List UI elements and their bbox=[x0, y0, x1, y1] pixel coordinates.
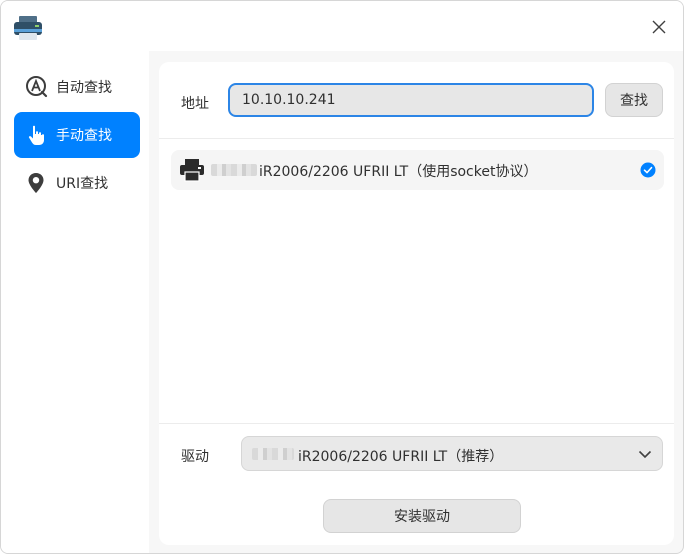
close-icon bbox=[652, 20, 666, 34]
address-input[interactable] bbox=[228, 83, 594, 117]
titlebar bbox=[1, 1, 683, 51]
driver-selected-value: iR2006/2206 UFRII LT（推荐） bbox=[298, 449, 504, 465]
sidebar-item-label: 自动查找 bbox=[56, 80, 112, 96]
manual-search-panel: 地址 查找 iR2006/2206 UFRII LT（使用socket协议） 驱… bbox=[159, 62, 674, 545]
driver-label: 驱动 bbox=[181, 449, 209, 465]
sidebar-item-manual-search[interactable]: 手动查找 bbox=[14, 112, 140, 158]
sidebar-item-auto-search[interactable]: 自动查找 bbox=[14, 64, 140, 110]
printer-icon bbox=[180, 159, 204, 182]
divider bbox=[159, 423, 674, 424]
sidebar-item-label: 手动查找 bbox=[56, 128, 112, 144]
close-button[interactable] bbox=[641, 11, 677, 43]
sidebar: 自动查找 手动查找 URI查找 bbox=[1, 51, 149, 553]
install-driver-button[interactable]: 安装驱动 bbox=[323, 499, 521, 533]
search-button[interactable]: 查找 bbox=[605, 83, 663, 117]
checkmark-icon bbox=[640, 162, 656, 178]
sidebar-item-label: URI查找 bbox=[56, 176, 109, 192]
address-label: 地址 bbox=[181, 96, 209, 112]
driver-select[interactable]: iR2006/2206 UFRII LT（推荐） bbox=[241, 436, 663, 471]
redacted-vendor-name bbox=[252, 448, 294, 460]
redacted-vendor-name bbox=[211, 164, 257, 176]
chevron-down-icon bbox=[638, 450, 652, 459]
printer-list-item[interactable]: iR2006/2206 UFRII LT（使用socket协议） bbox=[171, 150, 664, 190]
auto-search-icon bbox=[26, 76, 48, 98]
add-printer-window: 自动查找 手动查找 URI查找 地址 查找 bbox=[0, 0, 684, 554]
printer-app-icon bbox=[14, 16, 42, 40]
location-pin-icon bbox=[28, 173, 44, 193]
printer-name: iR2006/2206 UFRII LT（使用socket协议） bbox=[259, 164, 538, 180]
sidebar-item-uri-search[interactable]: URI查找 bbox=[14, 160, 140, 206]
hand-pointer-icon bbox=[28, 125, 44, 145]
divider bbox=[159, 138, 674, 139]
